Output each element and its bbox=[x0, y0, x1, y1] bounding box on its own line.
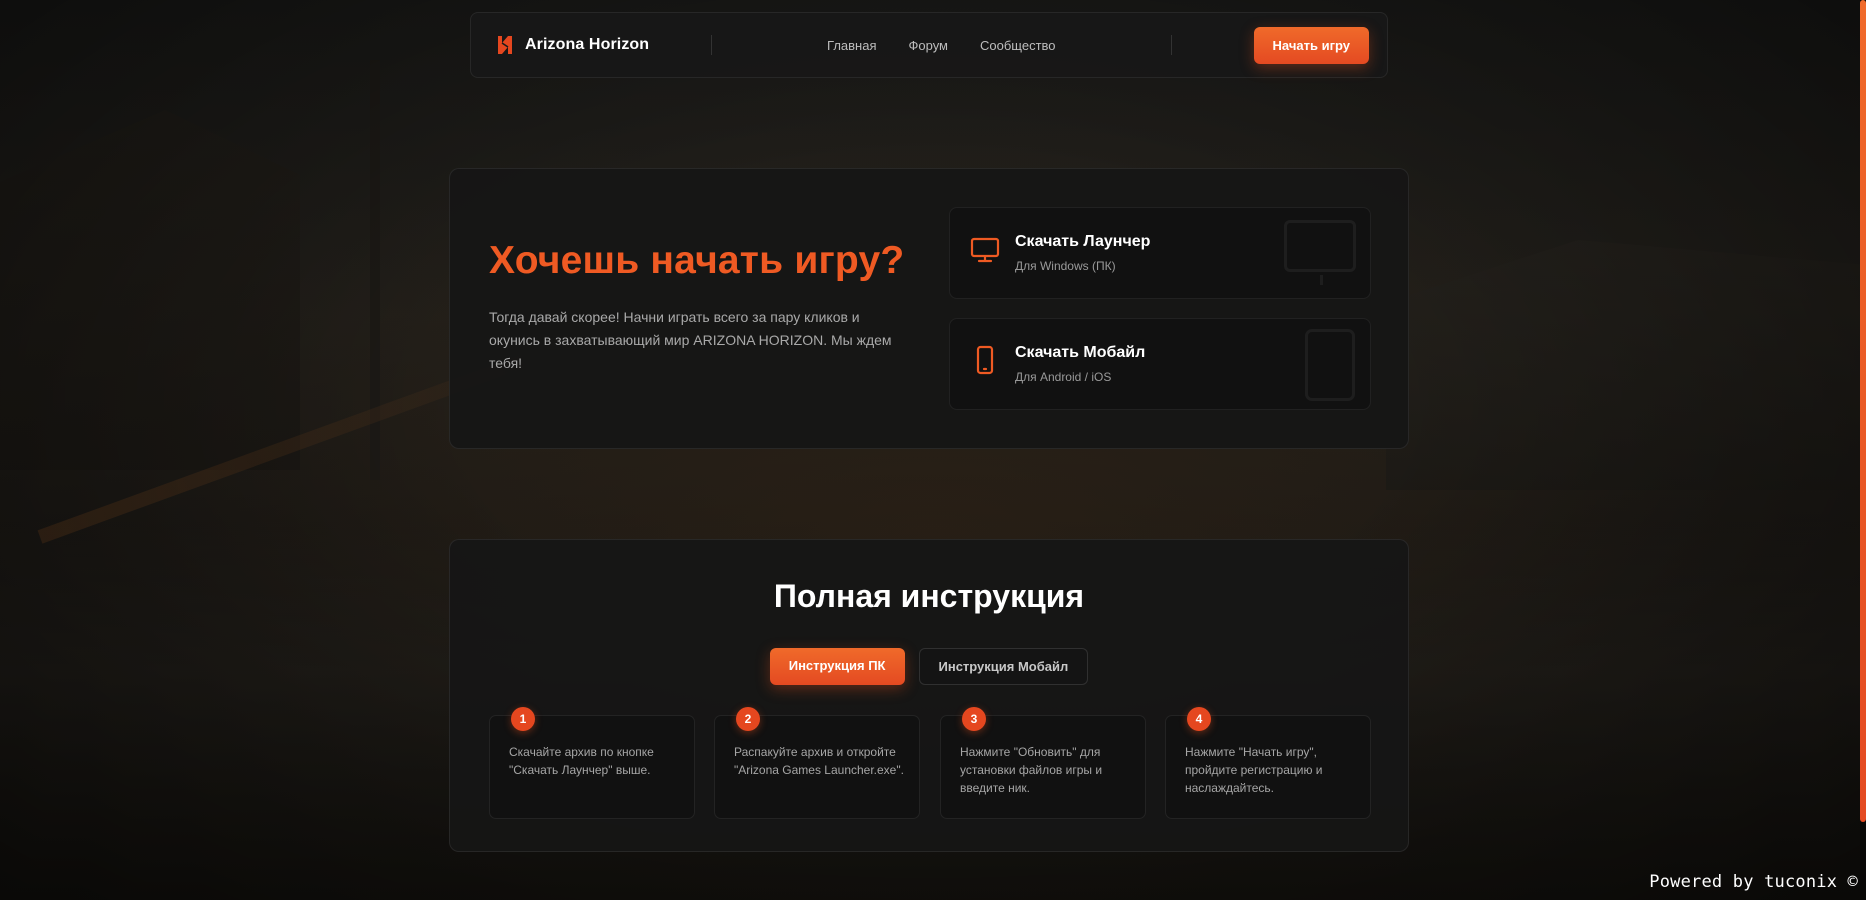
download-launcher-title: Скачать Лаунчер bbox=[1015, 233, 1151, 250]
background-house-right bbox=[1386, 240, 1866, 490]
site-header: Arizona Horizon Главная Форум Сообщество… bbox=[470, 12, 1388, 78]
hero-panel: Хочешь начать игру? Тогда давай скорее! … bbox=[449, 168, 1409, 449]
instruction-steps: 1 Скачайте архив по кнопке "Скачать Лаун… bbox=[489, 707, 1371, 819]
tab-instruction-mobile[interactable]: Инструкция Мобайл bbox=[918, 648, 1089, 685]
header-divider-right bbox=[1170, 35, 1172, 55]
step-card: 3 Нажмите "Обновить" для установки файло… bbox=[940, 707, 1146, 819]
arizona-logo-icon bbox=[498, 36, 512, 54]
nav-link-forum[interactable]: Форум bbox=[909, 38, 949, 53]
step-card: 4 Нажмите "Начать игру", пройдите регист… bbox=[1165, 707, 1371, 819]
step-number-badge: 2 bbox=[736, 707, 760, 731]
brand-name: Arizona Horizon bbox=[525, 36, 650, 53]
step-number-badge: 4 bbox=[1187, 707, 1211, 731]
nav-link-community[interactable]: Сообщество bbox=[980, 38, 1056, 53]
download-mobile-title: Скачать Мобайл bbox=[1015, 344, 1146, 361]
step-text: Распакуйте архив и откройте "Arizona Gam… bbox=[734, 745, 904, 777]
download-launcher-subtitle: Для Windows (ПК) bbox=[1015, 259, 1116, 273]
powered-by-label: Powered by tuconix © bbox=[1649, 872, 1858, 892]
step-number-badge: 3 bbox=[962, 707, 986, 731]
instructions-tabs: Инструкция ПК Инструкция Мобайл bbox=[450, 648, 1408, 685]
download-mobile-card[interactable]: Скачать Мобайл Для Android / iOS bbox=[949, 318, 1371, 410]
background-utility-pole bbox=[370, 60, 380, 480]
scrollbar-thumb[interactable] bbox=[1860, 0, 1866, 822]
brand[interactable]: Arizona Horizon bbox=[497, 35, 711, 55]
instructions-title: Полная инструкция bbox=[773, 578, 1085, 614]
tab-instruction-pc[interactable]: Инструкция ПК bbox=[769, 648, 905, 685]
phone-icon bbox=[976, 345, 994, 375]
background-house-left bbox=[0, 110, 300, 470]
phone-watermark-icon bbox=[1305, 329, 1355, 401]
scrollbar-track[interactable] bbox=[1860, 0, 1866, 900]
step-card: 1 Скачайте архив по кнопке "Скачать Лаун… bbox=[489, 707, 695, 819]
step-text: Нажмите "Начать игру", пройдите регистра… bbox=[1185, 745, 1323, 795]
download-launcher-card[interactable]: Скачать Лаунчер Для Windows (ПК) bbox=[949, 207, 1371, 299]
instructions-panel: Полная инструкция Инструкция ПК Инструкц… bbox=[449, 539, 1409, 852]
step-number-badge: 1 bbox=[511, 707, 535, 731]
step-text: Нажмите "Обновить" для установки файлов … bbox=[960, 745, 1103, 795]
hero-description: Тогда давай скорее! Начни играть всего з… bbox=[489, 309, 892, 371]
nav-link-home[interactable]: Главная bbox=[827, 38, 876, 53]
hero-title: Хочешь начать игру? bbox=[489, 239, 905, 282]
monitor-icon bbox=[970, 237, 1000, 263]
monitor-watermark-icon bbox=[1284, 220, 1356, 285]
start-game-button[interactable]: Начать игру bbox=[1253, 26, 1369, 64]
main-nav: Главная Форум Сообщество bbox=[712, 38, 1171, 53]
step-text: Скачайте архив по кнопке "Скачать Лаунче… bbox=[509, 745, 654, 777]
step-card: 2 Распакуйте архив и откройте "Arizona G… bbox=[714, 707, 920, 819]
download-mobile-subtitle: Для Android / iOS bbox=[1015, 370, 1112, 384]
